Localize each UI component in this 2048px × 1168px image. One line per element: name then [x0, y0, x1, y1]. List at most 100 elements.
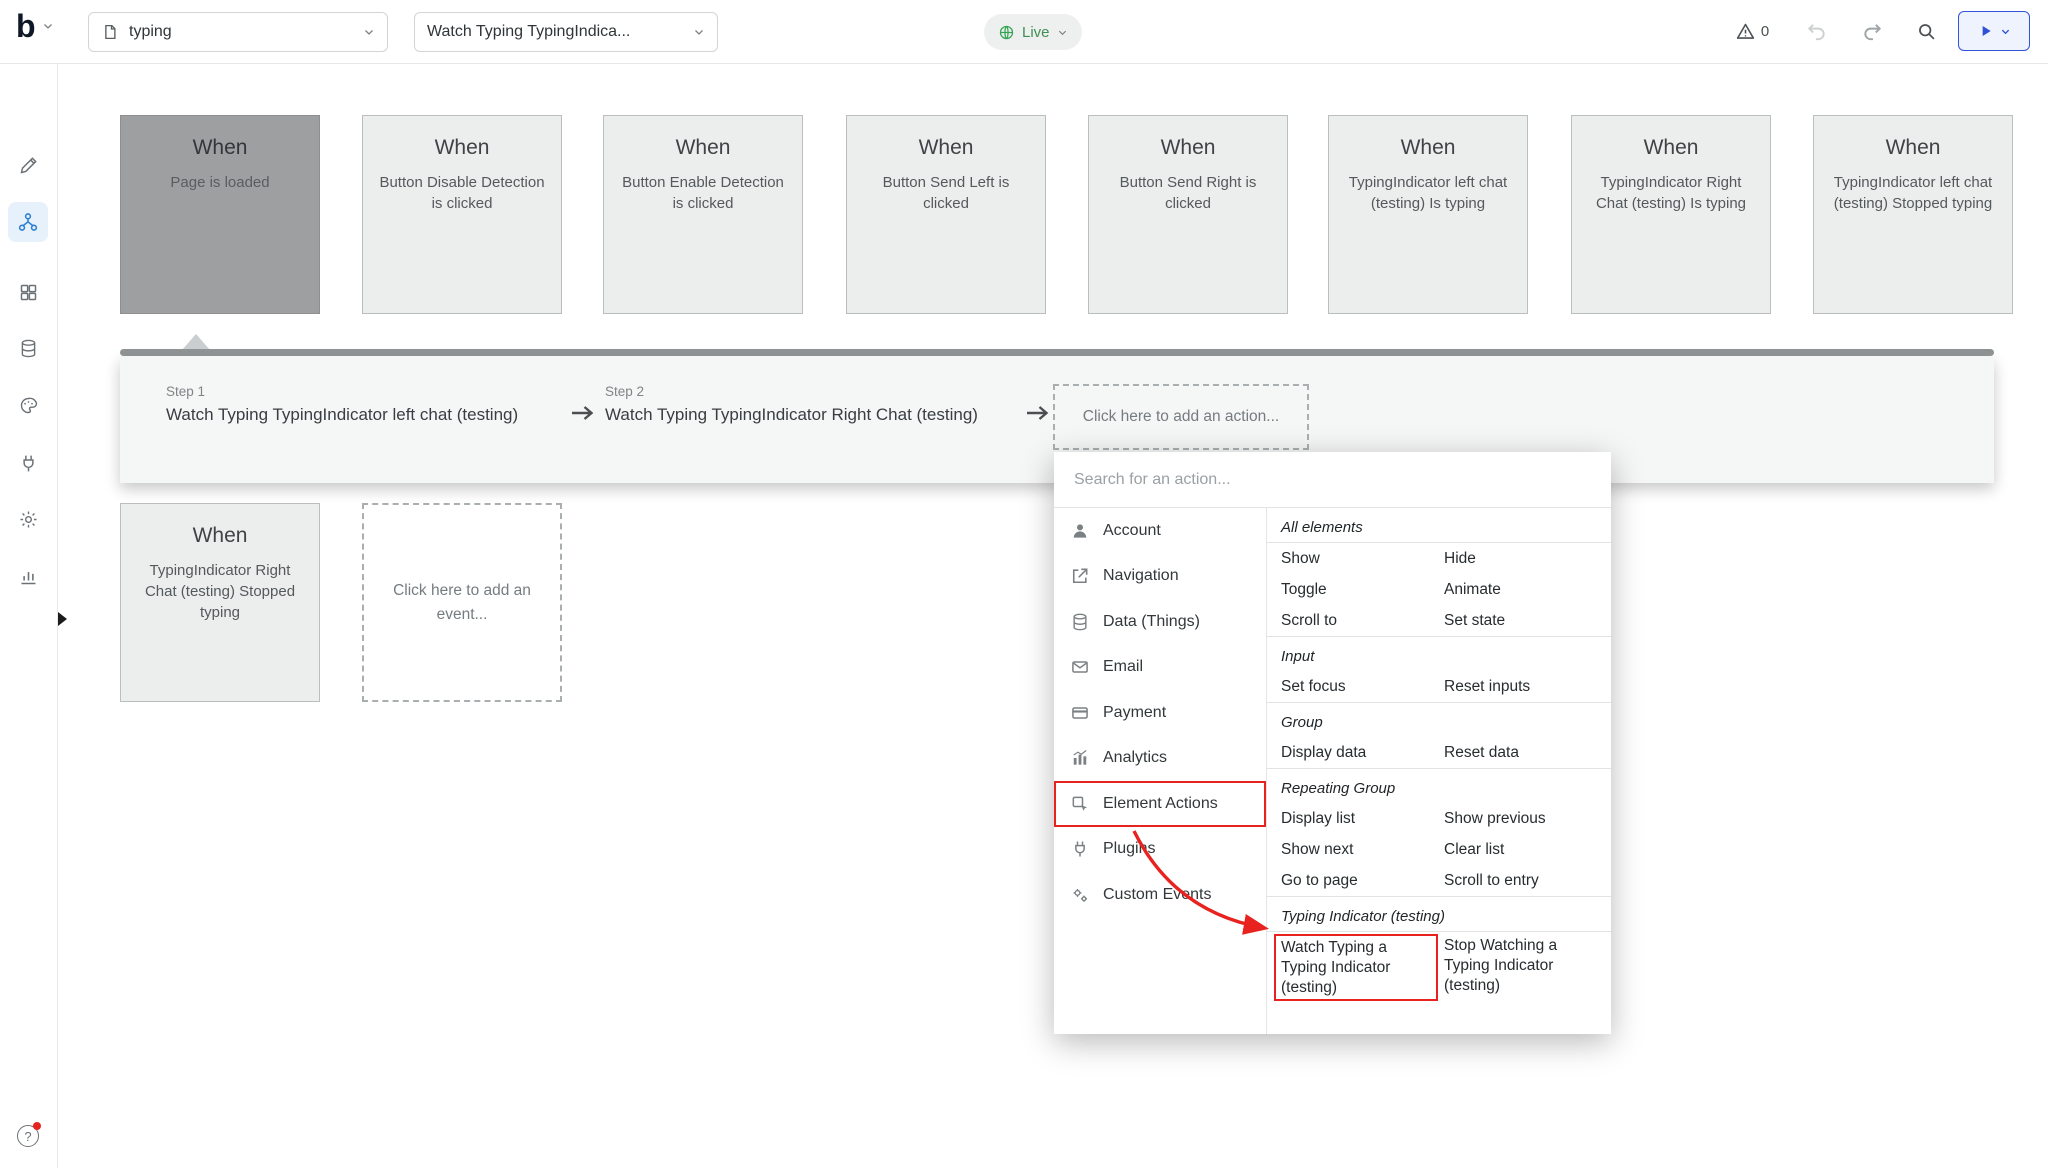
action-category-account[interactable]: Account	[1054, 508, 1266, 554]
action-item[interactable]: Reset inputs	[1444, 678, 1603, 696]
sidebar-item-styles[interactable]	[8, 385, 48, 425]
step-2[interactable]: Step 2 Watch Typing TypingIndicator Righ…	[605, 384, 978, 425]
left-sidebar: ?	[0, 63, 58, 1168]
grid-icon	[18, 282, 39, 303]
pencil-icon	[18, 155, 39, 176]
action-item[interactable]: Scroll to	[1281, 612, 1444, 630]
plug-icon	[1070, 839, 1090, 859]
menu-section: All elements ShowHide ToggleAnimate Scro…	[1267, 508, 1611, 636]
action-category-email[interactable]: Email	[1054, 645, 1266, 691]
element-actions-icon	[1070, 794, 1090, 814]
action-category-plugins[interactable]: Plugins	[1054, 827, 1266, 873]
action-categories: Account Navigation Data (Things) Email P…	[1054, 508, 1266, 1034]
sidebar-item-plugins[interactable]	[8, 443, 48, 483]
action-item[interactable]: Reset data	[1444, 744, 1603, 762]
action-item[interactable]: Display data	[1281, 744, 1444, 762]
action-category-payment[interactable]: Payment	[1054, 690, 1266, 736]
section-header: All elements	[1267, 513, 1611, 543]
issues-indicator[interactable]: 0	[1722, 0, 1782, 63]
event-card[interactable]: When TypingIndicator Right Chat (testing…	[120, 503, 320, 702]
action-search	[1054, 452, 1611, 508]
credit-card-icon	[1070, 703, 1090, 723]
page-selector-value: typing	[129, 23, 353, 41]
action-item[interactable]: Set state	[1444, 612, 1603, 630]
action-item[interactable]: Show	[1281, 550, 1444, 568]
action-category-element-actions[interactable]: Element Actions	[1054, 781, 1266, 827]
action-item[interactable]: Hide	[1444, 550, 1603, 568]
database-icon	[18, 338, 39, 359]
panel-pointer	[182, 334, 210, 350]
redo-button[interactable]	[1850, 0, 1894, 63]
gear-icon	[18, 509, 39, 530]
action-category-navigation[interactable]: Navigation	[1054, 554, 1266, 600]
chevron-down-icon	[363, 26, 375, 38]
globe-icon	[998, 24, 1015, 41]
bubble-logo: b	[16, 10, 36, 42]
sidebar-collapse-handle[interactable]	[58, 612, 67, 626]
palette-icon	[18, 395, 39, 416]
event-card[interactable]: When TypingIndicator Right Chat (testing…	[1571, 115, 1771, 314]
account-icon	[1070, 521, 1090, 541]
section-header: Input	[1267, 642, 1611, 671]
gears-icon	[1070, 885, 1090, 905]
action-category-data[interactable]: Data (Things)	[1054, 599, 1266, 645]
arrow-right-icon	[570, 404, 596, 422]
top-toolbar: b typing Watch Typing TypingIndica...	[0, 0, 2048, 64]
menu-section: Input Set focusReset inputs	[1267, 636, 1611, 702]
action-item-stop-watching[interactable]: Stop Watching a Typing Indicator (testin…	[1444, 936, 1594, 995]
section-header: Group	[1267, 708, 1611, 737]
bubble-logo-menu[interactable]: b	[16, 10, 54, 42]
sidebar-item-data[interactable]	[8, 328, 48, 368]
sidebar-item-design[interactable]	[8, 145, 48, 185]
event-card[interactable]: When Button Send Right is clicked	[1088, 115, 1288, 314]
menu-section: Typing Indicator (testing) Watch Typing …	[1267, 896, 1611, 1011]
chevron-down-icon	[1057, 27, 1068, 38]
step-1[interactable]: Step 1 Watch Typing TypingIndicator left…	[166, 384, 518, 425]
arrow-right-icon	[1025, 404, 1051, 422]
add-event-box[interactable]: Click here to add an event...	[362, 503, 562, 702]
workflow-icon	[17, 211, 39, 233]
bar-chart-icon	[1070, 748, 1090, 768]
action-item-watch-typing[interactable]: Watch Typing a Typing Indicator (testing…	[1276, 936, 1436, 999]
envelope-icon	[1070, 657, 1090, 677]
workflow-scrollbar[interactable]	[120, 349, 1994, 356]
event-card[interactable]: When Button Send Left is clicked	[846, 115, 1046, 314]
sidebar-item-workflow[interactable]	[8, 202, 48, 242]
event-card[interactable]: When TypingIndicator left chat (testing)…	[1813, 115, 2013, 314]
undo-button[interactable]	[1794, 0, 1838, 63]
section-header: Repeating Group	[1267, 774, 1611, 803]
app-root: b typing Watch Typing TypingIndica...	[0, 0, 2048, 1168]
event-card[interactable]: When TypingIndicator left chat (testing)…	[1328, 115, 1528, 314]
environment-label: Live	[1022, 24, 1050, 41]
action-item[interactable]: Clear list	[1444, 841, 1603, 859]
action-item[interactable]: Display list	[1281, 810, 1444, 828]
workflow-selector-dropdown[interactable]: Watch Typing TypingIndica...	[414, 12, 718, 52]
search-button[interactable]	[1904, 0, 1948, 63]
action-category-custom-events[interactable]: Custom Events	[1054, 872, 1266, 918]
sidebar-item-components[interactable]	[8, 272, 48, 312]
notification-dot	[33, 1122, 41, 1130]
action-item[interactable]: Toggle	[1281, 581, 1444, 599]
preview-button[interactable]	[1958, 11, 2030, 51]
event-card[interactable]: When Page is loaded	[120, 115, 320, 314]
menu-section: Group Display dataReset data	[1267, 702, 1611, 768]
action-category-analytics[interactable]: Analytics	[1054, 736, 1266, 782]
plug-icon	[18, 453, 39, 474]
action-item[interactable]: Go to page	[1281, 872, 1444, 890]
section-header: Typing Indicator (testing)	[1267, 902, 1611, 932]
action-item[interactable]: Show next	[1281, 841, 1444, 859]
sidebar-item-logs[interactable]	[8, 556, 48, 596]
action-search-input[interactable]	[1072, 470, 1593, 490]
event-card[interactable]: When Button Disable Detection is clicked	[362, 115, 562, 314]
action-item[interactable]: Show previous	[1444, 810, 1603, 828]
page-selector-dropdown[interactable]: typing	[88, 12, 388, 52]
action-item[interactable]: Animate	[1444, 581, 1603, 599]
warning-icon	[1735, 21, 1756, 42]
action-item[interactable]: Set focus	[1281, 678, 1444, 696]
action-item[interactable]: Scroll to entry	[1444, 872, 1603, 890]
add-action-box[interactable]: Click here to add an action...	[1053, 384, 1309, 450]
event-card[interactable]: When Button Enable Detection is clicked	[603, 115, 803, 314]
sidebar-item-settings[interactable]	[8, 499, 48, 539]
environment-selector[interactable]: Live	[984, 14, 1082, 50]
database-icon	[1070, 612, 1090, 632]
